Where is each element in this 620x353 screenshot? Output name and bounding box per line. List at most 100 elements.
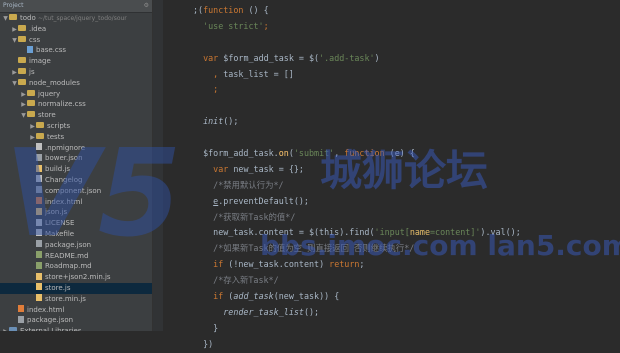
- code-line[interactable]: $form_add_task.on('submit', function (e)…: [193, 146, 521, 162]
- tree-item-label: json.js: [45, 208, 68, 217]
- code-token: /*存入新Task*/: [213, 275, 279, 286]
- code-token: new_task = {};: [228, 163, 304, 174]
- tree-item[interactable]: ▶ jquery: [0, 89, 152, 100]
- tree-item[interactable]: image: [0, 56, 152, 67]
- code-line[interactable]: ;: [193, 82, 521, 98]
- tree-item[interactable]: store.js: [0, 282, 152, 294]
- code-line[interactable]: [193, 130, 521, 146]
- chevron-right-icon[interactable]: ▶: [2, 327, 9, 331]
- tree-item[interactable]: ▼ css: [0, 35, 152, 46]
- tree-item[interactable]: ▼ store: [0, 110, 152, 121]
- tree-item[interactable]: ▶ scripts: [0, 121, 152, 132]
- code-token: '.add-task': [319, 52, 375, 63]
- code-line[interactable]: ;(function () {: [193, 3, 521, 19]
- folder-icon: [18, 78, 26, 85]
- tree-item[interactable]: ▶ tests: [0, 132, 152, 143]
- code-line[interactable]: /*获取新Task的值*/: [193, 210, 521, 226]
- folder-icon: [9, 327, 17, 331]
- tree-item[interactable]: Roadmap.md: [0, 261, 152, 272]
- code-token: /*禁用默认行为*/: [213, 179, 284, 190]
- code-token: on: [278, 148, 289, 159]
- folder-icon: [36, 132, 44, 139]
- tree-item-label: todo: [20, 14, 36, 22]
- gear-icon[interactable]: ⚙: [144, 0, 149, 12]
- code-line[interactable]: /*如果新Task的值为空 则直接返回 否则继续执行*/: [193, 241, 521, 257]
- folder-icon: [9, 14, 17, 20]
- tree-item[interactable]: ▼ todo ~/tut_space/jquery_todo/sour: [0, 13, 152, 24]
- code-token: .preventDefault();: [218, 195, 309, 206]
- code-line[interactable]: if (!new_task.content) return;: [193, 257, 521, 273]
- code-line[interactable]: , task_list = []: [193, 67, 521, 83]
- tree-item[interactable]: package.json: [0, 315, 152, 326]
- tree-item[interactable]: bower.json: [0, 153, 152, 164]
- tree-item[interactable]: README.md: [0, 251, 152, 262]
- tree-item-label: store.js: [45, 283, 71, 292]
- project-panel-header[interactable]: Project ⚙: [0, 0, 152, 13]
- code-line[interactable]: var new_task = {};: [193, 162, 521, 178]
- tree-item-label: LICENSE: [45, 219, 75, 228]
- code-token: function: [344, 148, 385, 159]
- tree-item-label: package.json: [45, 240, 92, 249]
- code-line[interactable]: init();: [193, 114, 521, 130]
- code-line[interactable]: e.preventDefault();: [193, 194, 521, 210]
- code-token: ;: [263, 20, 269, 31]
- code-token: return: [329, 259, 360, 270]
- tree-item[interactable]: ▶ normalize.css: [0, 99, 152, 110]
- folder-icon: [18, 67, 26, 74]
- tree-item[interactable]: package.json: [0, 240, 152, 251]
- tree-item[interactable]: store+json2.min.js: [0, 272, 152, 283]
- file-icon: [36, 207, 42, 215]
- code-line[interactable]: new_task.content = $(this).find('input[n…: [193, 225, 521, 241]
- code-token: ;: [359, 259, 365, 270]
- code-token: (new_task)) {: [273, 291, 340, 302]
- code-line[interactable]: render_task_list();: [193, 305, 521, 321]
- tree-item-label: bower.json: [45, 154, 83, 163]
- code-line[interactable]: [193, 35, 521, 51]
- code-line[interactable]: if (add_task(new_task)) {: [193, 289, 521, 305]
- tree-item[interactable]: component.json: [0, 186, 152, 197]
- tree-item-label: base.css: [36, 46, 67, 55]
- tree-item[interactable]: Changelog: [0, 175, 152, 186]
- file-icon: [36, 272, 42, 280]
- code-line[interactable]: var $form_add_task = $('.add-task'): [193, 51, 521, 67]
- tree-item[interactable]: ▶ .idea: [0, 24, 152, 35]
- tree-item[interactable]: index.html: [0, 197, 152, 208]
- tree-item[interactable]: ▼ node_modules: [0, 78, 152, 89]
- code-line[interactable]: }): [193, 337, 521, 353]
- file-icon: [36, 143, 42, 151]
- tree-item[interactable]: store.min.js: [0, 294, 152, 305]
- tree-item-label: tests: [47, 132, 65, 141]
- code-line[interactable]: [193, 98, 521, 114]
- code-line[interactable]: }: [193, 321, 521, 337]
- tree-item[interactable]: Makefile: [0, 229, 152, 240]
- project-panel-title: Project: [3, 2, 24, 9]
- file-icon: [36, 153, 42, 161]
- tree-item[interactable]: index.html: [0, 305, 152, 316]
- folder-icon: [27, 100, 35, 107]
- file-icon: [36, 197, 42, 205]
- tree-item[interactable]: json.js: [0, 207, 152, 218]
- file-icon: [36, 186, 42, 194]
- tree-item[interactable]: ▶ js: [0, 67, 152, 78]
- code-line[interactable]: /*禁用默认行为*/: [193, 178, 521, 194]
- code-editor[interactable]: ;(function () { 'use strict'; var $form_…: [153, 0, 620, 349]
- tree-item-label: store.min.js: [45, 294, 86, 303]
- code-token: (e) {: [384, 148, 415, 159]
- code-token: init: [203, 116, 224, 127]
- tree-item-label: Makefile: [45, 229, 75, 238]
- tree-item[interactable]: .npmignore: [0, 143, 152, 154]
- code-line[interactable]: 'use strict';: [193, 19, 521, 35]
- code-line[interactable]: /*存入新Task*/: [193, 273, 521, 289]
- tree-item[interactable]: LICENSE: [0, 218, 152, 229]
- tree-item[interactable]: base.css: [0, 45, 152, 56]
- project-path: ~/tut_space/jquery_todo/sour: [38, 15, 127, 22]
- tree-item[interactable]: build.js: [0, 164, 152, 175]
- file-icon: [36, 218, 42, 226]
- code-token: ).val();: [480, 227, 521, 238]
- code-area[interactable]: ;(function () { 'use strict'; var $form_…: [193, 3, 521, 353]
- tree-item-label: .idea: [29, 24, 47, 33]
- tree-item[interactable]: ▶ External Libraries: [0, 326, 152, 331]
